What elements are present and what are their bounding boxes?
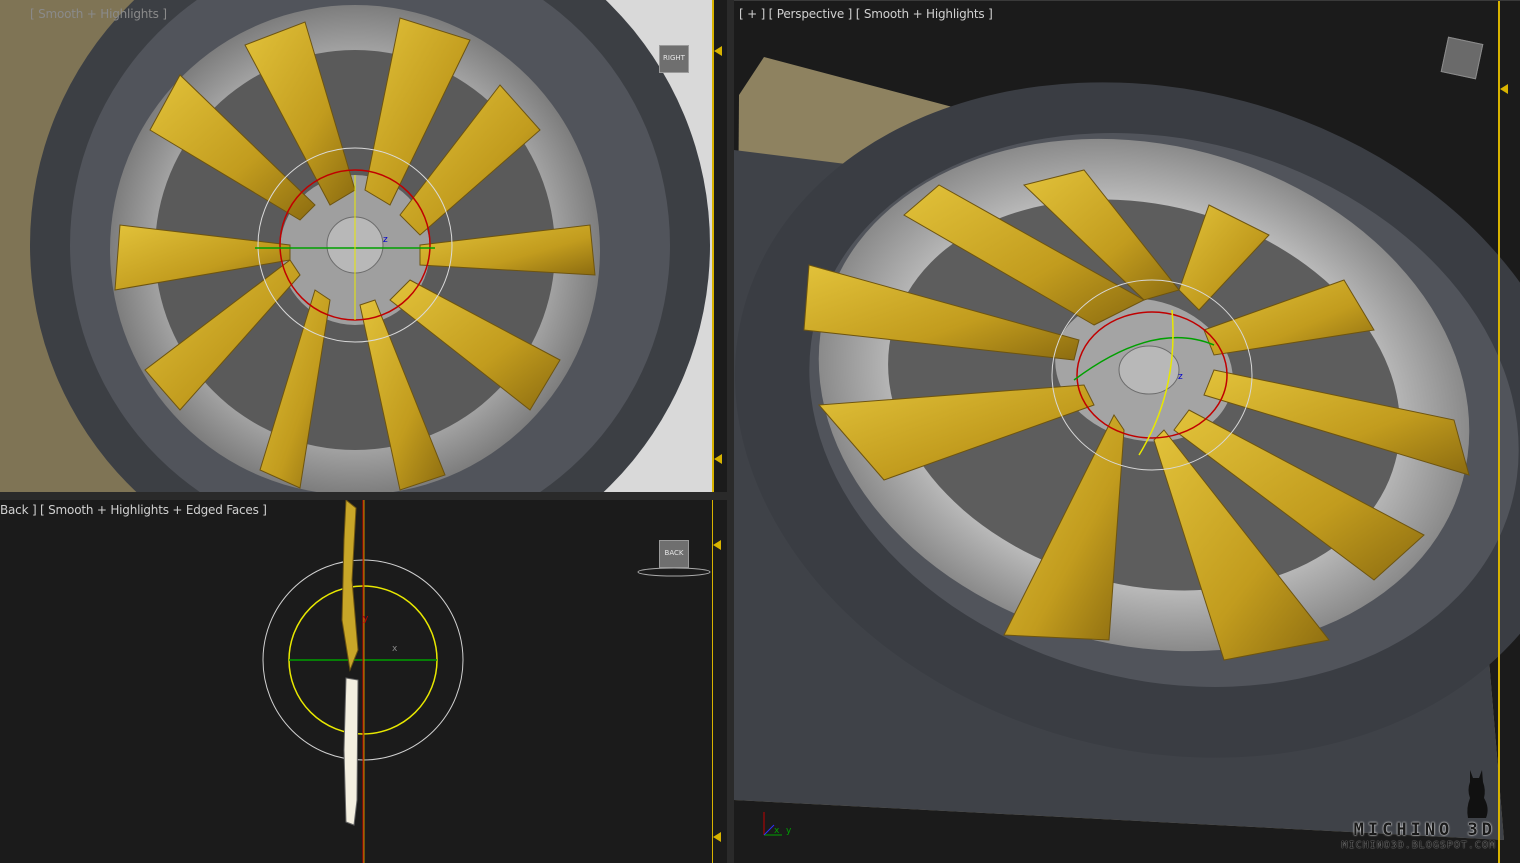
viewport-back[interactable]: Back ] [ Smooth + Highlights + Edged Fac… <box>0 500 727 863</box>
active-border-back-edge <box>712 500 713 863</box>
viewcube-icon[interactable]: BACK <box>659 540 689 568</box>
viewport-right[interactable]: [ Smooth + Highlights ] RIGHT z <box>0 0 713 492</box>
cat-silhouette-icon <box>1464 768 1490 820</box>
active-border-right-edge <box>712 0 714 492</box>
viewcube-icon[interactable] <box>1440 36 1484 80</box>
back-view-scene <box>262 500 711 863</box>
gizmo-axis-y-label: y <box>363 614 369 624</box>
viewport-splitter-vertical[interactable] <box>727 0 734 863</box>
active-border-top <box>734 0 1520 1</box>
viewcube-icon[interactable]: RIGHT <box>659 45 689 73</box>
gizmo-axis-x-label: x <box>774 826 780 836</box>
watermark: MICHINO 3D MICHINO3D.BLOGSPOT.COM <box>1342 768 1496 851</box>
watermark-url: MICHINO3D.BLOGSPOT.COM <box>1341 840 1496 851</box>
gizmo-axis-z-label: z <box>383 235 388 245</box>
watermark-title: MICHINO 3D <box>1353 820 1496 840</box>
perspective-scene <box>734 57 1520 840</box>
viewport-label-perspective[interactable]: [ + ] [ Perspective ] [ Smooth + Highlig… <box>739 7 993 21</box>
viewport-perspective[interactable]: [ + ] [ Perspective ] [ Smooth + Highlig… <box>734 0 1520 863</box>
viewport-label-back[interactable]: Back ] [ Smooth + Highlights + Edged Fac… <box>0 503 267 517</box>
viewport-label-right[interactable]: [ Smooth + Highlights ] <box>30 7 167 21</box>
gizmo-axis-y-label: y <box>786 826 792 836</box>
viewport-marker-icon <box>714 454 722 464</box>
viewport-marker-icon <box>713 540 721 550</box>
gizmo-axis-z-label: z <box>1178 372 1183 382</box>
active-border-perspective-edge <box>1498 0 1500 863</box>
viewport-marker-icon <box>1500 84 1508 94</box>
viewport-marker-icon <box>713 832 721 842</box>
viewport-marker-icon <box>714 46 722 56</box>
right-view-scene <box>0 0 713 492</box>
gizmo-axis-x-label: x <box>392 644 398 654</box>
viewport-splitter-horizontal[interactable] <box>0 492 733 500</box>
axis-tripod-icon <box>763 812 782 836</box>
